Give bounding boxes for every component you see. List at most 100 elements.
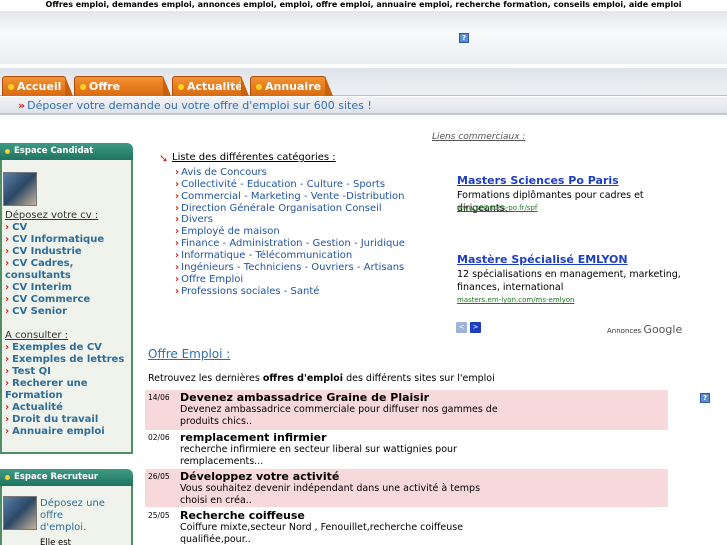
cv-commerce-link[interactable]: › CV Commerce	[5, 294, 104, 306]
chevron-right-icon: ›	[5, 258, 10, 269]
chevron-right-icon: ›	[5, 282, 10, 293]
chevron-right-icon: ›	[175, 250, 180, 261]
chevron-right-icon: ›	[5, 366, 10, 377]
job-listing[interactable]: 14/06 Devenez ambassadrice Graine de Pla…	[145, 390, 668, 430]
tab-annuaire[interactable]: Annuaire	[250, 76, 333, 96]
cv-industrie-link[interactable]: › CV Industrie	[5, 246, 104, 258]
category-link[interactable]: › Finance - Administration - Gestion - Ju…	[175, 238, 405, 250]
deposez-cv-title: Déposez votre cv :	[5, 210, 99, 221]
job-title: Développez votre activité	[180, 470, 340, 483]
espace-candidat-box: Déposez votre cv : › CV › CV Informatique …	[0, 160, 133, 454]
chevron-right-icon: ›	[175, 238, 180, 249]
offre-emploi-title[interactable]: Offre Emploi :	[148, 347, 230, 361]
tab-offre-emploi[interactable]: Offre emploi	[74, 76, 171, 112]
arrow-bullet-icon: ➘	[159, 152, 169, 165]
double-arrow-icon: »	[18, 99, 26, 112]
annonces-google-link[interactable]: Annonces Google	[607, 323, 682, 336]
ad-title-link[interactable]: Mastère Spécialisé EMLYON	[457, 253, 628, 266]
job-date: 26/05	[148, 472, 170, 481]
category-link[interactable]: › Avis de Concours	[175, 167, 267, 179]
chevron-right-icon: ›	[5, 402, 10, 413]
category-link[interactable]: › Ingénieurs - Techniciens - Ouvriers - A…	[175, 262, 404, 274]
job-title: Devenez ambassadrice Graine de Plaisir	[180, 391, 430, 404]
job-date: 25/05	[148, 511, 170, 520]
chevron-right-icon: ›	[5, 414, 10, 425]
help-icon[interactable]: ?	[700, 393, 710, 403]
espace-recruteur-header: Espace Recruteur	[0, 469, 133, 486]
category-link[interactable]: › Professions sociales - Santé	[175, 286, 319, 298]
cv-senior-link[interactable]: › CV Senior	[5, 306, 104, 318]
category-link[interactable]: › Divers	[175, 214, 213, 226]
chevron-right-icon: ›	[175, 274, 180, 285]
job-date: 02/06	[148, 433, 170, 442]
category-link[interactable]: › Informatique - Télécommunication	[175, 250, 352, 262]
recherer-formation-link[interactable]: › Recherer une	[5, 378, 124, 390]
recruiter-photo	[3, 496, 37, 530]
category-link[interactable]: › Employé de maison	[175, 226, 280, 238]
chevron-right-icon: ›	[175, 214, 180, 225]
job-title: remplacement infirmier	[180, 431, 327, 444]
consulter-title: A consulter :	[5, 330, 69, 341]
bullet-dot-icon	[8, 84, 14, 90]
droit-travail-link[interactable]: › Droit du travail	[5, 414, 124, 426]
cv-informatique-link[interactable]: › CV Informatique	[5, 234, 104, 246]
bullet-dot-icon	[178, 84, 184, 90]
ad-prev-button[interactable]: <	[456, 322, 467, 333]
bullet-dot-icon	[5, 149, 10, 154]
chevron-right-icon: ›	[5, 306, 10, 317]
category-link[interactable]: › Commercial - Marketing - Vente -Distrib…	[175, 191, 404, 203]
help-icon[interactable]: ?	[459, 33, 469, 43]
chevron-right-icon: ›	[175, 226, 180, 237]
cv-cadres-link[interactable]: › CV Cadres,	[5, 258, 104, 270]
chevron-right-icon: ›	[5, 294, 10, 305]
job-description: recherche infirmiere en secteur liberal …	[180, 444, 457, 467]
chevron-right-icon: ›	[175, 167, 180, 178]
category-link[interactable]: › Offre Emploi	[175, 274, 243, 286]
tab-accueil[interactable]: Accueil	[2, 76, 73, 96]
ad-url-link[interactable]: masters.em-lyon.com/ms-emlyon	[457, 296, 574, 304]
exemples-lettres-link[interactable]: › Exemples de lettres	[5, 354, 124, 366]
chevron-right-icon: ›	[175, 286, 180, 297]
deposit-banner-link[interactable]: » Déposer votre demande ou votre offre d'…	[0, 97, 727, 115]
chevron-right-icon: ›	[5, 234, 10, 245]
ad-text: 12 spécialisations en management, market…	[457, 269, 681, 293]
job-description: Devenez ambassadrice commerciale pour di…	[180, 404, 498, 427]
liens-commerciaux-label: Liens commerciaux :	[432, 132, 526, 142]
chevron-right-icon: ›	[5, 378, 10, 389]
job-title: Recherche coiffeuse	[180, 509, 305, 522]
cv-interim-link[interactable]: › CV Interim	[5, 282, 104, 294]
espace-recruteur-box: Déposez une offre d'emploi. Elle est	[0, 486, 133, 545]
ad-url-link[interactable]: www.sciences-po.fr/spf	[457, 204, 537, 212]
offre-intro: Retrouvez les dernières offres d'emploi …	[148, 373, 495, 384]
chevron-right-icon: ›	[5, 426, 10, 437]
ad-title-link[interactable]: Masters Sciences Po Paris	[457, 174, 619, 187]
bullet-dot-icon	[256, 84, 262, 90]
job-listing[interactable]: 25/05 Recherche coiffeuse Coiffure mixte…	[145, 508, 668, 545]
tab-actualite[interactable]: Actualité	[172, 76, 249, 96]
ad-next-button[interactable]: >	[470, 322, 481, 333]
category-link[interactable]: › Collectivité - Education - Culture - Sp…	[175, 179, 385, 191]
chevron-right-icon: ›	[5, 354, 10, 365]
cv-link[interactable]: › CV	[5, 222, 104, 234]
chevron-right-icon: ›	[5, 222, 10, 233]
chevron-right-icon: ›	[5, 246, 10, 257]
job-listing[interactable]: 02/06 remplacement infirmier recherche i…	[145, 430, 668, 468]
cv-cadres-link-cont[interactable]: consultants	[5, 270, 104, 282]
top-keywords: Offres emploi, demandes emploi, annonces…	[45, 0, 682, 9]
job-description: Coiffure mixte,secteur Nord , Fenouillet…	[180, 522, 464, 545]
chevron-right-icon: ›	[175, 262, 180, 273]
annuaire-emploi-link[interactable]: › Annuaire emploi	[5, 426, 124, 438]
bullet-dot-icon	[5, 475, 10, 480]
recherer-formation-link-cont[interactable]: Formation	[5, 390, 124, 402]
job-listing[interactable]: 26/05 Développez votre activité Vous sou…	[145, 469, 668, 507]
bullet-dot-icon	[80, 84, 86, 90]
espace-candidat-header: Espace Candidat	[0, 143, 133, 160]
exemples-cv-link[interactable]: › Exemples de CV	[5, 342, 124, 354]
recruteur-link[interactable]: Déposez une offre d'emploi. Elle est	[40, 498, 131, 545]
consulter-section: A consulter : › Exemples de CV › Exemples …	[5, 330, 124, 438]
categories-title: Liste des différentes catégories :	[172, 152, 336, 163]
chevron-right-icon: ›	[5, 342, 10, 353]
actualite-link[interactable]: › Actualité	[5, 402, 124, 414]
test-qi-link[interactable]: › Test QI	[5, 366, 124, 378]
header-banner	[0, 11, 727, 64]
